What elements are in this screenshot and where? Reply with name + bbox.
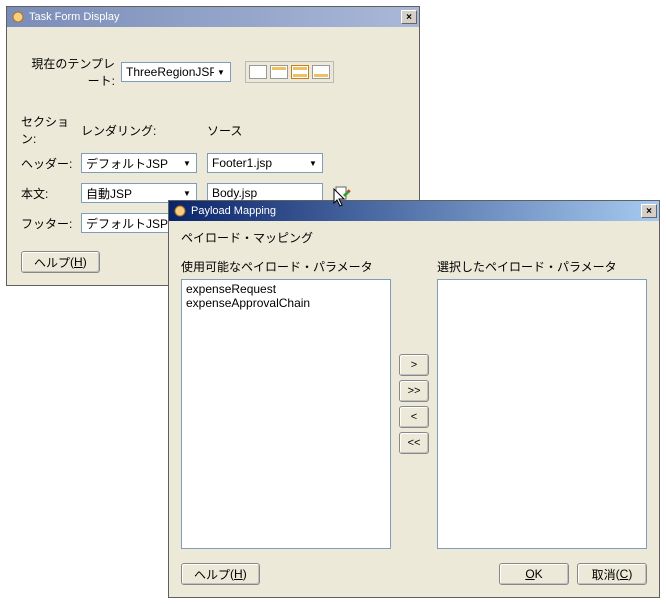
source-column-header: ソース — [207, 122, 242, 139]
footer-row-label: フッター: — [21, 215, 81, 232]
help-button-accel: H — [74, 255, 83, 269]
current-template-label: 現在のテンプレート: — [21, 55, 121, 89]
close-icon[interactable]: × — [401, 10, 417, 24]
footer-rendering-value: デフォルトJSP — [86, 215, 180, 232]
edit-source-icon[interactable] — [335, 185, 351, 201]
help-button[interactable]: ヘルプ(H) — [181, 563, 260, 585]
header-source-select[interactable]: Footer1.jsp ▼ — [207, 153, 323, 173]
cancel-button-accel: C — [620, 567, 629, 581]
header-source-value: Footer1.jsp — [212, 156, 306, 170]
payload-titlebar[interactable]: Payload Mapping × — [169, 201, 659, 221]
payload-window: Payload Mapping × ペイロード・マッピング 使用可能なペイロード… — [168, 200, 660, 598]
current-template-value: ThreeRegionJSP — [126, 65, 214, 79]
ok-button[interactable]: OK — [499, 563, 569, 585]
header-rendering-value: デフォルトJSP — [86, 155, 180, 172]
move-all-right-button[interactable]: >> — [399, 380, 429, 402]
list-item[interactable]: expenseRequest — [186, 282, 386, 296]
ok-button-accel: O — [525, 567, 534, 581]
payload-body: ペイロード・マッピング 使用可能なペイロード・パラメータ expenseRequ… — [169, 221, 659, 597]
body-row-label: 本文: — [21, 185, 81, 202]
template-icon-footer[interactable] — [312, 65, 330, 79]
chevron-down-icon: ▼ — [180, 186, 194, 200]
move-all-left-button[interactable]: << — [399, 432, 429, 454]
rendering-column-header: レンダリング: — [81, 122, 207, 139]
selected-label: 選択したペイロード・パラメータ — [437, 258, 647, 275]
cancel-button-label: 取消 — [592, 566, 616, 583]
app-icon — [11, 10, 25, 24]
list-item[interactable]: expenseApprovalChain — [186, 296, 386, 310]
template-layout-picker[interactable] — [245, 61, 334, 83]
template-icon-header-footer[interactable] — [291, 65, 309, 79]
chevron-down-icon: ▼ — [180, 156, 194, 170]
header-row-label: ヘッダー: — [21, 155, 81, 172]
template-icon-blank[interactable] — [249, 65, 267, 79]
current-template-select[interactable]: ThreeRegionJSP ▼ — [121, 62, 231, 82]
payload-subtitle: ペイロード・マッピング — [181, 229, 647, 246]
chevron-down-icon: ▼ — [306, 156, 320, 170]
task-form-titlebar[interactable]: Task Form Display × — [7, 7, 419, 27]
body-rendering-value: 自動JSP — [86, 185, 180, 202]
task-form-title: Task Form Display — [29, 11, 401, 23]
template-icon-header[interactable] — [270, 65, 288, 79]
app-icon — [173, 204, 187, 218]
selected-listbox[interactable] — [437, 279, 647, 549]
move-left-button[interactable]: < — [399, 406, 429, 428]
help-button-accel: H — [234, 567, 243, 581]
help-button-label: ヘルプ — [34, 254, 70, 271]
help-button-label: ヘルプ — [194, 566, 230, 583]
available-listbox[interactable]: expenseRequest expenseApprovalChain — [181, 279, 391, 549]
body-source-value: Body.jsp — [212, 186, 257, 200]
payload-title: Payload Mapping — [191, 205, 641, 217]
close-icon[interactable]: × — [641, 204, 657, 218]
header-rendering-select[interactable]: デフォルトJSP ▼ — [81, 153, 197, 173]
help-button[interactable]: ヘルプ(H) — [21, 251, 100, 273]
move-right-button[interactable]: > — [399, 354, 429, 376]
cancel-button[interactable]: 取消(C) — [577, 563, 647, 585]
section-column-header: セクション: — [21, 113, 81, 147]
ok-button-label: K — [535, 567, 543, 581]
available-label: 使用可能なペイロード・パラメータ — [181, 258, 391, 275]
chevron-down-icon: ▼ — [214, 65, 228, 79]
